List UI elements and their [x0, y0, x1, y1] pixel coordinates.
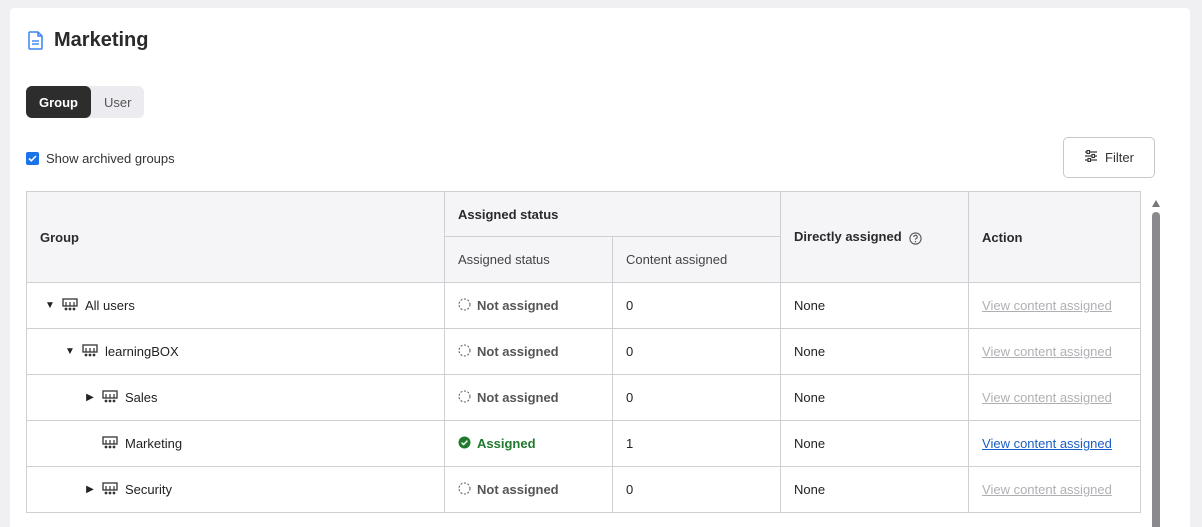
status-badge: Not assigned — [477, 344, 559, 359]
cell-group: ▼ learningBOX — [26, 328, 445, 375]
filter-button[interactable]: Filter — [1063, 137, 1155, 178]
cell-directly-assigned: None — [780, 328, 970, 375]
cell-assigned-status: Not assigned — [444, 374, 613, 421]
filter-label: Filter — [1105, 150, 1134, 165]
scroll-up-icon[interactable] — [1152, 200, 1160, 207]
group-icon — [102, 389, 118, 406]
header-directly-assigned: Directly assigned — [780, 191, 970, 283]
status-badge: Not assigned — [477, 482, 559, 497]
group-icon — [82, 343, 98, 360]
cell-assigned-status: Assigned — [444, 420, 613, 467]
header-action: Action — [968, 191, 1142, 283]
cell-group: Marketing — [26, 420, 445, 467]
group-name: Security — [125, 482, 172, 497]
header-assigned-status: Assigned status — [444, 236, 613, 283]
group-name: Sales — [125, 390, 158, 405]
status-badge: Assigned — [477, 436, 536, 451]
table-row[interactable]: Marketing Assigned 1 None View content a… — [26, 420, 1142, 467]
check-circle-icon — [458, 436, 471, 452]
cell-directly-assigned: None — [780, 374, 970, 421]
cell-directly-assigned: None — [780, 282, 970, 329]
caret-down-icon[interactable]: ▼ — [65, 346, 75, 357]
group-icon — [102, 481, 118, 498]
tab-user[interactable]: User — [91, 86, 144, 118]
help-circle-icon[interactable] — [909, 231, 922, 245]
cell-action: View content assigned — [968, 282, 1142, 329]
caret-right-icon[interactable]: ▶ — [85, 392, 95, 403]
cell-action: View content assigned — [968, 374, 1142, 421]
caret-down-icon[interactable]: ▼ — [45, 300, 55, 311]
view-content-link: View content assigned — [982, 298, 1112, 313]
tab-group[interactable]: Group — [26, 86, 91, 118]
cell-content-assigned: 1 — [611, 420, 782, 467]
status-badge: Not assigned — [477, 390, 559, 405]
cell-group: ▼ All users — [26, 282, 445, 329]
cell-assigned-status: Not assigned — [444, 282, 613, 329]
group-name: learningBOX — [105, 344, 179, 359]
show-archived-checkbox[interactable] — [26, 151, 39, 165]
dashed-circle-icon — [458, 389, 471, 406]
cell-group: ▶ Sales — [26, 374, 445, 421]
cell-directly-assigned: None — [780, 420, 970, 467]
header-group: Group — [26, 191, 445, 283]
cell-content-assigned: 0 — [611, 282, 782, 329]
view-content-link: View content assigned — [982, 344, 1112, 359]
view-content-link: View content assigned — [982, 390, 1112, 405]
caret-right-icon[interactable]: ▶ — [85, 484, 95, 495]
show-archived-label: Show archived groups — [46, 150, 175, 166]
header-content-assigned: Content assigned — [611, 236, 782, 283]
table-row[interactable]: ▶ Security Not assigned 0 None View cont… — [26, 466, 1142, 513]
cell-content-assigned: 0 — [611, 466, 782, 513]
show-archived-toggle[interactable]: Show archived groups — [26, 150, 175, 166]
status-badge: Not assigned — [477, 298, 559, 313]
cell-content-assigned: 0 — [611, 328, 782, 375]
dashed-circle-icon — [458, 343, 471, 360]
table-row[interactable]: ▼ All users Not assigned 0 None View con… — [26, 282, 1142, 329]
page-header: Marketing — [28, 28, 148, 52]
scrollbar-thumb[interactable] — [1152, 212, 1160, 527]
cell-group: ▶ Security — [26, 466, 445, 513]
table-row[interactable]: ▼ learningBOX Not assigned 0 None View c… — [26, 328, 1142, 375]
vertical-scrollbar[interactable] — [1150, 200, 1162, 527]
dashed-circle-icon — [458, 481, 471, 498]
page-title: Marketing — [54, 28, 149, 51]
view-tabs: Group User — [26, 86, 145, 118]
assignment-table: Group Assigned status Directly assigned … — [26, 191, 1142, 513]
cell-content-assigned: 0 — [611, 374, 782, 421]
view-content-link: View content assigned — [982, 482, 1112, 497]
cell-action: View content assigned — [968, 420, 1142, 467]
group-name: Marketing — [125, 436, 183, 451]
dashed-circle-icon — [458, 297, 471, 314]
group-name: All users — [85, 298, 135, 313]
cell-directly-assigned: None — [780, 466, 970, 513]
header-assigned-status-group: Assigned status — [443, 191, 782, 237]
cell-assigned-status: Not assigned — [444, 328, 613, 375]
group-icon — [62, 297, 78, 314]
view-content-link[interactable]: View content assigned — [982, 436, 1112, 451]
document-icon — [28, 30, 44, 50]
cell-action: View content assigned — [968, 466, 1142, 513]
group-icon — [102, 435, 118, 452]
cell-assigned-status: Not assigned — [444, 466, 613, 513]
sliders-icon — [1084, 149, 1098, 165]
table-row[interactable]: ▶ Sales Not assigned 0 None View content… — [26, 374, 1142, 421]
cell-action: View content assigned — [968, 328, 1142, 375]
